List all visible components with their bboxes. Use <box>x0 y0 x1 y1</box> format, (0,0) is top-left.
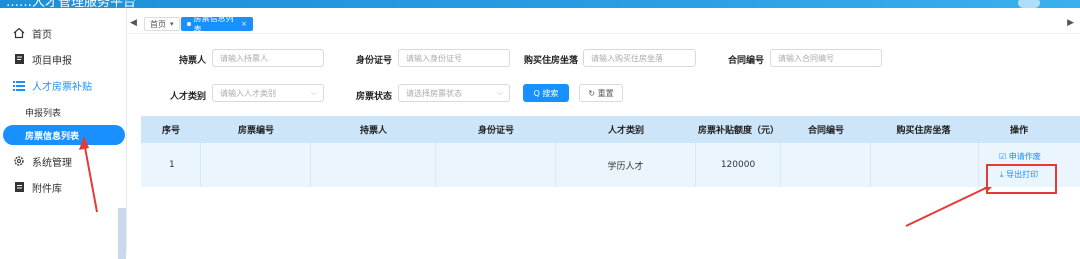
ticket-table: 序号 房票编号 持票人 身份证号 人才类别 房票补贴额度（元） 合同编号 购买住… <box>141 116 1080 251</box>
ticket-status-select[interactable]: 请选择房票状态 ⌵ <box>398 84 510 102</box>
talent-type-placeholder: 请输入人才类别 <box>220 88 276 98</box>
ticket-status-label: 房票状态 <box>355 92 392 102</box>
id-card-label: 身份证号 <box>355 56 392 66</box>
cell-index: 1 <box>141 143 201 187</box>
col-holder: 持票人 <box>359 126 387 136</box>
tab-label: 房票信息列表 <box>193 14 234 34</box>
tab-home[interactable]: 首页 ▾ <box>144 17 180 31</box>
col-contract-no: 合同编号 <box>807 126 844 136</box>
annotation-arrow-left <box>83 141 98 213</box>
tab-label: 首页 <box>150 19 166 29</box>
cell-id-card <box>436 143 556 187</box>
reset-button[interactable]: ↻ 重置 <box>579 84 623 102</box>
close-icon[interactable]: × <box>241 20 247 28</box>
col-talent-type: 人才类别 <box>607 126 644 136</box>
tab-ticket-list[interactable]: 房票信息列表 × <box>181 14 253 34</box>
table-header: 序号 房票编号 持票人 身份证号 人才类别 房票补贴额度（元） 合同编号 购买住… <box>141 116 1080 143</box>
cell-house-location <box>871 143 979 187</box>
table-row: 1 学历人才 120000 <box>141 143 1080 187</box>
annotation-arrowhead-left <box>79 136 89 150</box>
id-card-input[interactable]: 请输入身份证号 <box>398 49 510 67</box>
tabs-bar: ◀ 首页 ▾ 房票信息列表 × ▶ <box>128 14 1080 34</box>
col-index: 序号 <box>161 126 180 136</box>
tab-prev-button[interactable]: ◀ <box>130 18 137 28</box>
chevron-down-icon: ⌵ <box>310 88 317 97</box>
chevron-down-icon: ▾ <box>170 20 174 28</box>
contract-no-label: 合同编号 <box>727 56 764 66</box>
col-ticket-no: 房票编号 <box>237 126 274 136</box>
col-actions: 操作 <box>1009 126 1028 136</box>
tab-next-button[interactable]: ▶ <box>1067 18 1074 28</box>
house-location-input[interactable]: 请输入购买住房坐落 <box>583 49 696 67</box>
cell-subsidy-amount: 120000 <box>696 143 781 187</box>
house-location-label: 购买住房坐落 <box>523 56 578 66</box>
ticket-status-placeholder: 请选择房票状态 <box>406 88 462 98</box>
cell-talent-type: 学历人才 <box>556 143 696 187</box>
contract-no-input[interactable]: 请输入合同编号 <box>770 49 882 67</box>
cell-contract-no <box>781 143 871 187</box>
col-id-card: 身份证号 <box>477 126 514 136</box>
holder-input[interactable]: 请输入持票人 <box>212 49 324 67</box>
col-house-location: 购买住房坐落 <box>896 126 951 136</box>
apply-void-link[interactable]: ☑ 申请作废 <box>999 151 1041 162</box>
chevron-down-icon: ⌵ <box>496 88 503 97</box>
search-button[interactable]: Q 搜索 <box>523 84 569 102</box>
talent-type-label: 人才类别 <box>169 92 206 102</box>
holder-label: 持票人 <box>178 56 206 66</box>
talent-type-select[interactable]: 请输入人才类别 ⌵ <box>212 84 324 102</box>
cell-holder <box>311 143 436 187</box>
active-dot-icon <box>187 22 191 26</box>
annotation-highlight-box <box>986 164 1057 194</box>
col-subsidy-amount: 房票补贴额度（元） <box>697 126 779 136</box>
cell-ticket-no <box>201 143 311 187</box>
